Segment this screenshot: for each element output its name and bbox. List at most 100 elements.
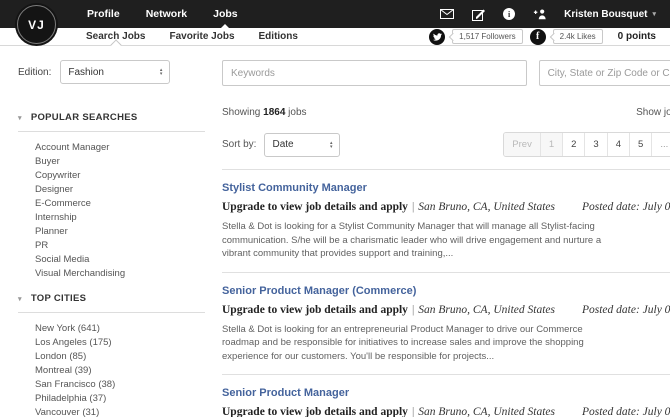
upgrade-link[interactable]: Upgrade to view job details and apply <box>222 304 408 316</box>
mail-icon[interactable] <box>440 7 454 21</box>
popular-searches-header: ▾ POPULAR SEARCHES <box>18 112 205 123</box>
upgrade-link[interactable]: Upgrade to view job details and apply <box>222 201 408 213</box>
content: Edition: Fashion ▴▾ ▾ POPULAR SEARCHES A… <box>0 46 670 417</box>
separator: | <box>412 201 414 213</box>
popular-search-planner[interactable]: Planner <box>18 225 205 239</box>
facebook-letter: f <box>536 32 539 42</box>
keywords-input[interactable] <box>222 60 527 86</box>
vj-logo[interactable]: VJ <box>15 3 58 46</box>
job-location: San Bruno, CA, United States <box>418 201 555 213</box>
nav-item-jobs[interactable]: Jobs <box>200 0 251 28</box>
add-user-icon[interactable] <box>533 7 547 21</box>
page: VJ Profile Network Jobs i Kristen Bousqu… <box>0 0 670 417</box>
sort-pagination-row: Sort by: Date ▴▾ Prev 1 2 3 4 5 ... 93 <box>222 132 670 157</box>
popular-searches-title: POPULAR SEARCHES <box>31 112 138 123</box>
sort-value: Date <box>272 139 293 150</box>
city-philadelphia[interactable]: Philadelphia (37) <box>18 392 205 406</box>
top-navbar: VJ Profile Network Jobs i Kristen Bousqu… <box>0 0 670 28</box>
facebook-likes-badge[interactable]: 2.4k Likes <box>553 29 603 44</box>
popular-search-social-media[interactable]: Social Media <box>18 253 205 267</box>
popular-search-pr[interactable]: PR <box>18 239 205 253</box>
primary-nav: Profile Network Jobs <box>74 0 251 28</box>
caret-down-icon: ▾ <box>652 10 656 18</box>
nav-item-profile[interactable]: Profile <box>74 0 133 28</box>
tab-search-jobs[interactable]: Search Jobs <box>74 28 157 45</box>
per-page-control: Show jobs on page: 20 ▴▾ <box>636 101 670 123</box>
job-title-link[interactable]: Senior Product Manager (Commerce) <box>222 285 416 297</box>
jobs-subnav: Search Jobs Favorite Jobs Editions 1,517… <box>0 28 670 46</box>
job-posted-date: Posted date: July 01, 2014 <box>582 304 670 316</box>
job-meta-line: Upgrade to view job details and apply | Sa… <box>222 201 670 213</box>
chevron-down-icon[interactable]: ▾ <box>18 114 22 122</box>
tab-favorite-jobs[interactable]: Favorite Jobs <box>157 28 246 45</box>
results-count-number: 1864 <box>263 107 285 118</box>
city-vancouver[interactable]: Vancouver (31) <box>18 406 205 417</box>
job-meta-line: Upgrade to view job details and apply|Sa… <box>222 406 670 417</box>
job-location: San Bruno, CA, United States <box>418 304 555 316</box>
info-letter: i <box>503 8 515 20</box>
city-new-york[interactable]: New York (641) <box>18 322 205 336</box>
pagination-prev[interactable]: Prev <box>504 133 540 156</box>
separator: | <box>412 304 414 316</box>
top-cities-title: TOP CITIES <box>31 293 86 304</box>
upgrade-link[interactable]: Upgrade to view job details and apply <box>222 406 408 417</box>
twitter-icon[interactable] <box>429 29 445 45</box>
popular-search-account-manager[interactable]: Account Manager <box>18 141 205 155</box>
edition-select[interactable]: Fashion ▴▾ <box>60 60 170 84</box>
pagination-page-2[interactable]: 2 <box>562 133 584 156</box>
pagination-page-5[interactable]: 5 <box>629 133 651 156</box>
job-card: Senior Product Manager Upgrade to view j… <box>222 375 670 417</box>
job-card: Stylist Community Manager Upgrade to vie… <box>222 170 670 273</box>
topbar-actions: i Kristen Bousquet ▾ <box>440 0 670 28</box>
per-page-label: Show jobs on page: <box>636 107 670 118</box>
pagination-page-3[interactable]: 3 <box>584 133 606 156</box>
city-san-francisco[interactable]: San Francisco (38) <box>18 378 205 392</box>
compose-icon[interactable] <box>471 7 485 21</box>
select-arrows-icon: ▴▾ <box>160 68 163 76</box>
nav-item-network[interactable]: Network <box>133 0 200 28</box>
job-description: Stella & Dot is looking for an entrepren… <box>222 323 618 364</box>
popular-search-buyer[interactable]: Buyer <box>18 155 205 169</box>
pagination: Prev 1 2 3 4 5 ... 93 94 Next <box>503 132 670 157</box>
tab-editions[interactable]: Editions <box>247 28 310 45</box>
twitter-followers-badge[interactable]: 1,517 Followers <box>452 29 522 44</box>
pagination-ellipsis: ... <box>651 133 670 156</box>
job-description: Stella & Dot is looking for a Stylist Co… <box>222 220 618 261</box>
social-stats: 1,517 Followers f 2.4k Likes 0 points <box>429 29 670 45</box>
results-meta-row: Showing 1864 jobs Show jobs on page: 20 … <box>222 101 670 123</box>
job-posted-date: Posted date: July 01, 2014 <box>582 201 670 213</box>
popular-search-designer[interactable]: Designer <box>18 183 205 197</box>
pagination-page-4[interactable]: 4 <box>607 133 629 156</box>
main-column: Search Showing 1864 jobs Show jobs on pa… <box>215 46 670 417</box>
popular-search-internship[interactable]: Internship <box>18 211 205 225</box>
popular-search-copywriter[interactable]: Copywriter <box>18 169 205 183</box>
popular-search-ecommerce[interactable]: E-Commerce <box>18 197 205 211</box>
user-name: Kristen Bousquet <box>564 9 647 20</box>
chevron-down-icon[interactable]: ▾ <box>18 295 22 303</box>
pagination-page-1[interactable]: 1 <box>540 133 562 156</box>
job-card: Senior Product Manager (Commerce) Upgrad… <box>222 273 670 376</box>
top-cities-header: ▾ TOP CITIES <box>18 293 205 304</box>
city-los-angeles[interactable]: Los Angeles (175) <box>18 336 205 350</box>
facebook-icon[interactable]: f <box>530 29 546 45</box>
job-results-list: Stylist Community Manager Upgrade to vie… <box>222 169 670 417</box>
job-title-link[interactable]: Stylist Community Manager <box>222 182 367 194</box>
sort-select[interactable]: Date ▴▾ <box>264 133 340 157</box>
job-location: San Bruno, CA, United States <box>418 406 555 417</box>
job-title-link[interactable]: Senior Product Manager <box>222 387 349 399</box>
city-montreal[interactable]: Montreal (39) <box>18 364 205 378</box>
popular-search-visual-merchandising[interactable]: Visual Merchandising <box>18 267 205 281</box>
location-input[interactable] <box>539 60 670 86</box>
job-posted-date: Posted date: July 01, 2014 <box>582 406 670 417</box>
job-meta-line: Upgrade to view job details and apply | Sa… <box>222 304 670 316</box>
edition-value: Fashion <box>68 67 104 78</box>
popular-searches-section: ▾ POPULAR SEARCHES Account Manager Buyer… <box>18 112 205 281</box>
top-cities-section: ▾ TOP CITIES New York (641) Los Angeles … <box>18 293 205 417</box>
sort-label: Sort by: <box>222 139 256 150</box>
user-menu[interactable]: Kristen Bousquet ▾ <box>564 9 656 20</box>
divider <box>18 312 205 313</box>
city-london[interactable]: London (85) <box>18 350 205 364</box>
edition-label: Edition: <box>18 67 51 78</box>
job-search-form: Search <box>222 60 670 86</box>
info-icon[interactable]: i <box>502 7 516 21</box>
